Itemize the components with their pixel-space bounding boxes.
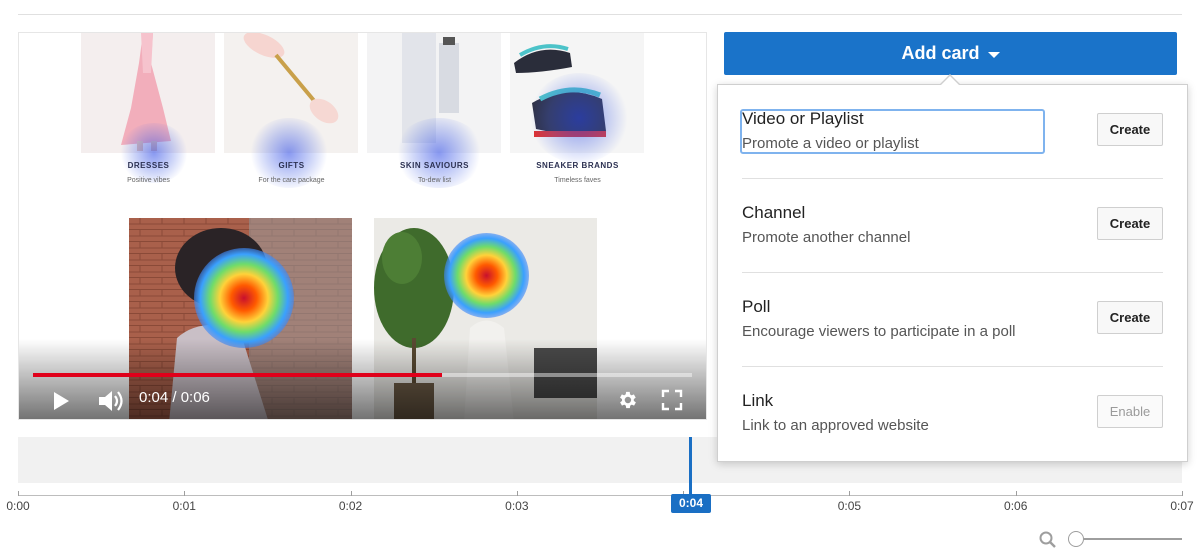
timeline-tick-label: 0:06 — [1004, 499, 1028, 513]
create-channel-card-button[interactable]: Create — [1097, 207, 1163, 240]
volume-button[interactable] — [93, 385, 127, 417]
timeline-tick-label: 0:00 — [6, 499, 30, 513]
timeline-tick-label: 0:02 — [338, 499, 363, 513]
fullscreen-button[interactable] — [657, 385, 687, 415]
menu-item-title: Poll — [742, 297, 771, 316]
heatmap-hotspot — [194, 248, 294, 348]
zoom-slider[interactable] — [1068, 531, 1182, 547]
create-poll-card-button[interactable]: Create — [1097, 301, 1163, 334]
time-display: 0:04 / 0:06 — [139, 389, 210, 406]
zoom-slider-handle[interactable] — [1068, 531, 1084, 547]
timeline-axis — [18, 495, 1182, 496]
timeline-tick — [18, 491, 19, 496]
category-subtitle: For the care package — [258, 177, 325, 184]
timeline-tick — [849, 491, 851, 496]
menu-item-video-or-playlist[interactable]: Video or Playlist Promote a video or pla… — [740, 85, 1163, 179]
zoom-control[interactable] — [1038, 530, 1058, 555]
settings-button[interactable] — [612, 385, 642, 415]
progress-fill — [33, 373, 442, 377]
timeline-tick-label: 0:01 — [172, 499, 196, 513]
category-subtitle: Timeless faves — [554, 177, 601, 184]
fullscreen-icon — [661, 389, 683, 411]
menu-item-poll[interactable]: Poll Encourage viewers to participate in… — [742, 273, 1163, 367]
timeline-tick — [1182, 491, 1183, 496]
playhead-time-label: 0:04 — [671, 494, 711, 513]
play-button[interactable] — [47, 387, 75, 415]
video-player[interactable]: DRESSES Positive vibes GIFTS For the car… — [18, 32, 707, 420]
timeline-tick-label: 0:07 — [1170, 499, 1194, 513]
category-subtitle: Positive vibes — [127, 177, 170, 184]
menu-item-description: Promote a video or playlist — [742, 135, 919, 152]
timeline-tick — [184, 491, 186, 496]
menu-item-description: Promote another channel — [742, 229, 911, 246]
enable-link-card-button[interactable]: Enable — [1097, 395, 1163, 428]
gear-icon — [620, 391, 636, 409]
timeline-tick — [350, 491, 352, 496]
timeline-playhead[interactable] — [689, 437, 692, 495]
add-card-label: Add card — [901, 43, 980, 63]
heatmap-spot — [119, 123, 189, 183]
chevron-down-icon — [987, 51, 1000, 58]
create-video-card-button[interactable]: Create — [1097, 113, 1163, 146]
top-divider — [18, 14, 1182, 15]
zoom-slider-track — [1076, 538, 1182, 540]
menu-item-description: Link to an approved website — [742, 417, 929, 434]
timeline-tick — [1015, 491, 1017, 496]
menu-item-link[interactable]: Link Link to an approved website Enable — [742, 367, 1163, 461]
timeline-tick-label: 0:05 — [837, 499, 862, 513]
menu-item-description: Encourage viewers to participate in a po… — [742, 323, 1016, 340]
category-title: SNEAKER BRANDS — [536, 161, 619, 170]
category-title: DRESSES — [127, 161, 170, 170]
menu-item-channel[interactable]: Channel Promote another channel Create — [742, 179, 1163, 273]
play-icon — [54, 392, 69, 410]
search-icon — [1039, 531, 1056, 548]
progress-bar[interactable] — [33, 373, 692, 377]
add-card-button[interactable]: Add card — [724, 32, 1177, 75]
menu-item-title: Link — [742, 391, 774, 410]
add-card-menu: Video or Playlist Promote a video or pla… — [717, 84, 1188, 462]
timeline-tick — [516, 491, 518, 496]
category-title: GIFTS — [278, 161, 305, 170]
heatmap-spot — [529, 73, 629, 163]
menu-pointer-fill — [940, 76, 960, 86]
category-subtitle: To-dew list — [417, 177, 452, 184]
heatmap-hotspot — [444, 233, 529, 318]
volume-icon — [99, 391, 123, 411]
timeline-tick-label: 0:03 — [505, 499, 529, 513]
menu-item-title: Channel — [742, 203, 806, 222]
menu-item-title: Video or Playlist — [742, 109, 864, 128]
category-title: SKIN SAVIOURS — [399, 161, 470, 170]
